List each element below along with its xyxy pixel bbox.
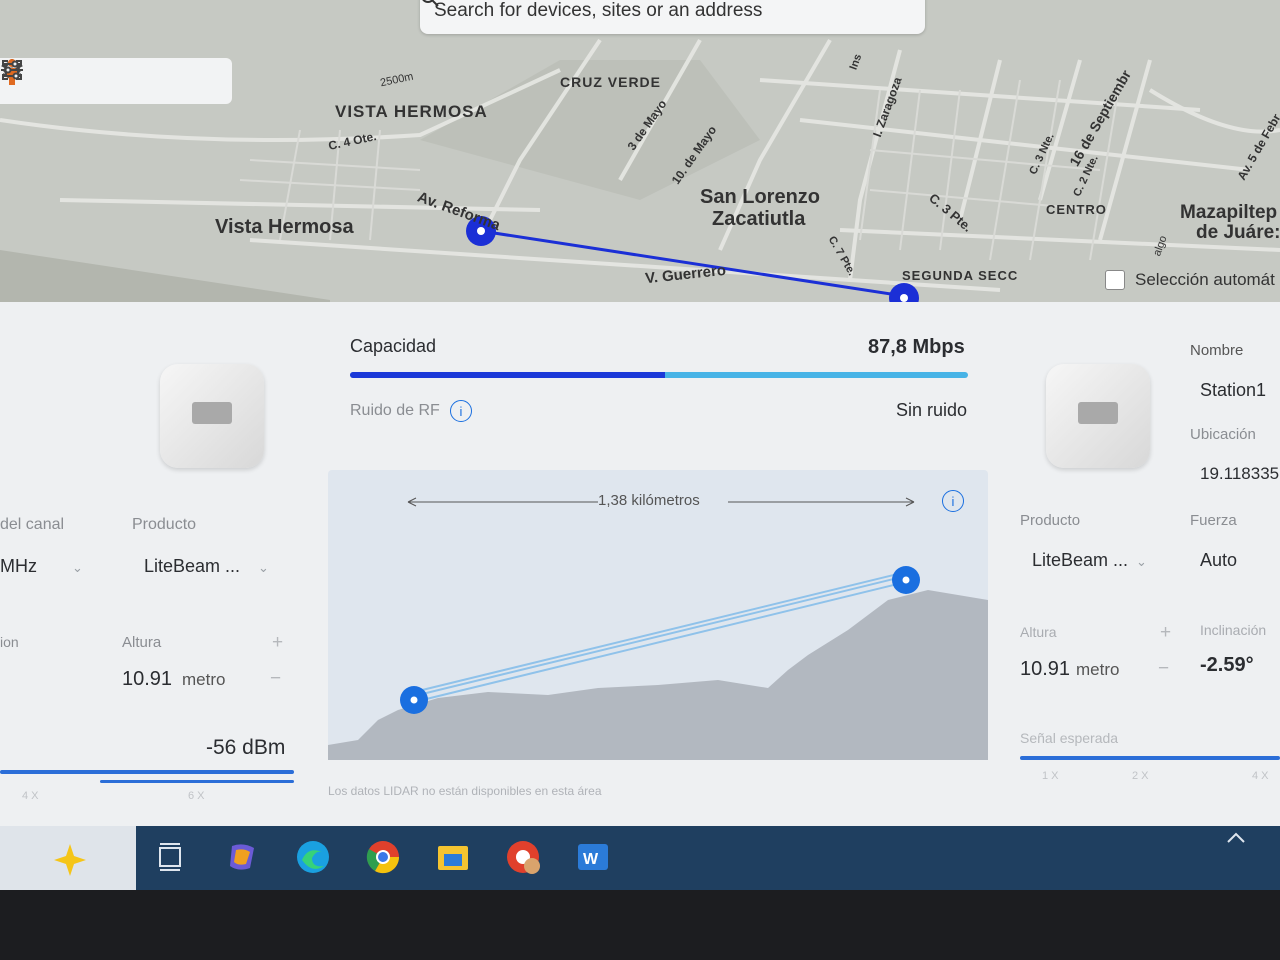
settings-sliders-icon[interactable] (2, 60, 219, 96)
signal-bar-left (0, 770, 294, 774)
name-value[interactable]: Station1 (1200, 380, 1266, 401)
task-view-icon[interactable] (156, 838, 194, 876)
scale-label-right-2: 2 X (1132, 770, 1149, 782)
scale-label-left-1: 4 X (22, 790, 39, 802)
street-view-icon[interactable] (7, 59, 175, 96)
expected-signal-bar (1020, 756, 1280, 760)
map-label-vista-hermosa: Vista Hermosa (215, 216, 354, 238)
tilt-label: Inclinación (1200, 622, 1267, 638)
location-label: Ubicación (1190, 426, 1256, 443)
elevation-profile-graph (328, 497, 988, 760)
left-device-panel: del canal MHz ⌄ Producto LiteBeam ... ⌄ … (0, 302, 320, 822)
search-icon (422, 0, 439, 7)
power-label: Fuerza (1190, 512, 1237, 529)
height-label-left: Altura (122, 634, 162, 651)
map-label-vista-hermosa-upper: VISTA HERMOSA (335, 102, 488, 121)
capacity-label: Capacidad (350, 336, 437, 356)
map-toolbar (0, 58, 232, 104)
chevron-down-icon[interactable]: ⌄ (258, 560, 269, 576)
map-label-zacatiutla: Zacatiutla (712, 208, 806, 230)
product-select-right[interactable]: LiteBeam ... (1032, 550, 1128, 571)
copilot-icon[interactable] (224, 838, 262, 876)
scale-label-right-1: 1 X (1042, 770, 1059, 782)
auto-select-toggle[interactable]: Selección automát (1105, 270, 1275, 290)
rf-noise-label: Ruido de RF (350, 402, 440, 419)
height-unit-right: metro (1076, 660, 1120, 679)
height-increment-button[interactable]: + (1160, 622, 1171, 644)
elevation-profile: 1,38 kilómetros i (328, 470, 988, 760)
location-value[interactable]: 19.118335, (1200, 464, 1280, 484)
scale-label-left-2: 6 X (188, 790, 205, 802)
chevron-up-icon[interactable] (1226, 830, 1246, 844)
map-label-segunda-secc: SEGUNDA SECC (902, 268, 1019, 283)
height-value-left[interactable]: 10.91 (122, 668, 172, 691)
product-label-right: Producto (1020, 512, 1081, 529)
search-placeholder[interactable]: Search for devices, sites or an address (434, 0, 762, 22)
chrome-profile-icon[interactable] (504, 838, 542, 876)
chevron-down-icon[interactable]: ⌄ (1136, 554, 1147, 570)
channel-width-label: del canal (0, 516, 65, 533)
info-icon[interactable]: i (942, 490, 964, 512)
name-label: Nombre (1190, 342, 1244, 359)
capacity-bar-fill (350, 372, 666, 378)
map-view[interactable]: VISTA HERMOSA CRUZ VERDE Vista Hermosa S… (0, 0, 1280, 302)
auto-select-label: Selección automát (1135, 270, 1275, 289)
app-screen: VISTA HERMOSA CRUZ VERDE Vista Hermosa S… (0, 0, 1280, 890)
copilot-sparkle-icon[interactable] (50, 840, 88, 878)
info-icon[interactable]: i (450, 400, 472, 422)
height-value-right[interactable]: 10.91 (1020, 658, 1070, 681)
layers-icon[interactable] (0, 59, 131, 96)
fullscreen-icon[interactable] (2, 60, 87, 96)
map-label-san-lorenzo: San Lorenzo (700, 186, 821, 208)
product-select-left[interactable]: LiteBeam ... (144, 556, 240, 577)
search-bar[interactable]: Search for devices, sites or an address (420, 0, 925, 34)
expected-signal-label: Señal esperada (1020, 730, 1119, 746)
map-label-cruz-verde: CRUZ VERDE (560, 74, 662, 90)
word-icon[interactable]: W (574, 838, 612, 876)
cut-label-left: ion (0, 634, 19, 650)
chrome-icon[interactable] (364, 838, 402, 876)
map-label-de-juarez: de Juáre: (1196, 222, 1280, 243)
device-image-left (160, 364, 264, 468)
edge-icon[interactable] (294, 838, 332, 876)
capacity-value: 87,8 Mbps (868, 336, 965, 358)
tilt-value[interactable]: -2.59° (1200, 654, 1254, 677)
signal-strength-value: -56 dBm (206, 736, 286, 759)
height-decrement-button[interactable]: − (1158, 658, 1169, 680)
right-device-panel: Nombre Station1 Ubicación 19.118335, Pro… (1000, 302, 1280, 822)
file-explorer-icon[interactable] (434, 838, 472, 876)
product-label-left: Producto (132, 516, 197, 533)
monitor-bezel (0, 890, 1280, 960)
rf-noise-value: Sin ruido (896, 400, 968, 420)
height-label-right: Altura (1020, 624, 1057, 640)
link-panel: Capacidad 87,8 Mbps Ruido de RF i Sin ru… (320, 302, 1000, 822)
auto-select-checkbox[interactable] (1105, 270, 1125, 290)
signal-bar-left-secondary (100, 780, 294, 783)
channel-width-value[interactable]: MHz (0, 556, 37, 577)
map-label-centro: CENTRO (1046, 202, 1107, 217)
lidar-note: Los datos LIDAR no están disponibles en … (328, 784, 602, 798)
height-unit-left: metro (182, 670, 226, 689)
svg-text:W: W (583, 851, 599, 868)
height-increment-button[interactable]: + (272, 632, 283, 654)
map-label-mazapiltep: Mazapiltep (1180, 202, 1278, 223)
scale-label-right-3: 4 X (1252, 770, 1269, 782)
distance-label: 1,38 kilómetros (598, 492, 700, 509)
chevron-down-icon[interactable]: ⌄ (72, 560, 83, 576)
capacity-bar (350, 372, 968, 378)
power-value[interactable]: Auto (1200, 550, 1237, 571)
device-image-right (1046, 364, 1150, 468)
height-decrement-button[interactable]: − (270, 668, 281, 690)
